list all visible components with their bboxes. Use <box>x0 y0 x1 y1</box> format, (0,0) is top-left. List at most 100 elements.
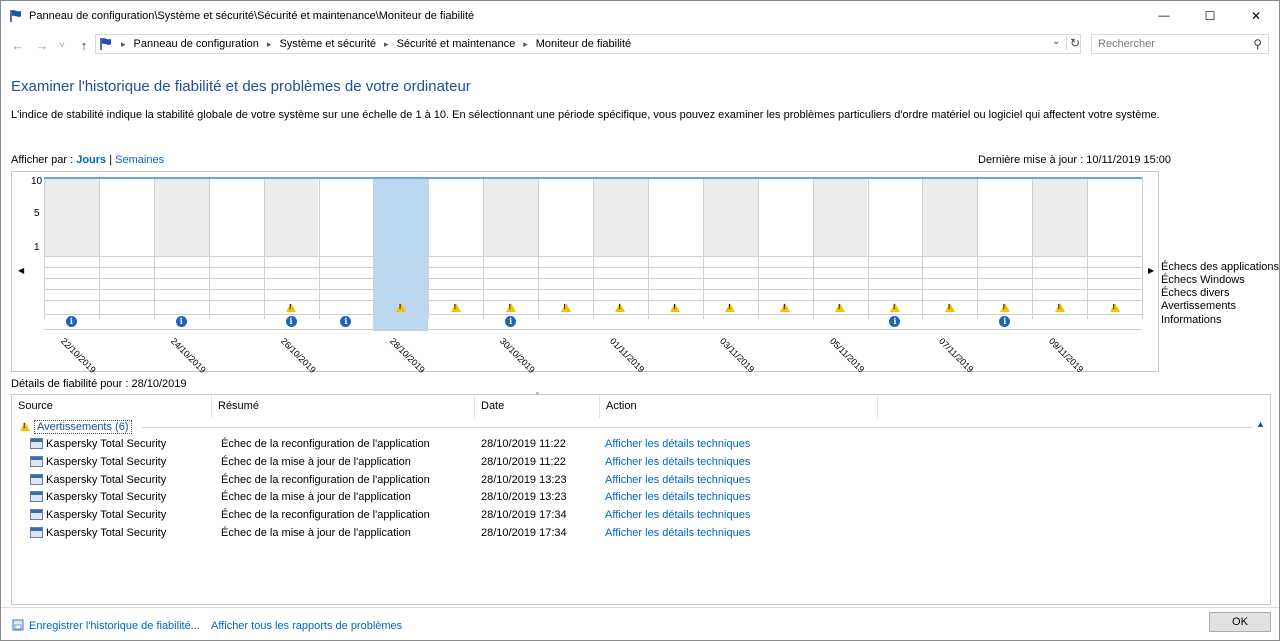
warning-icon[interactable] <box>835 303 846 312</box>
row-source: Kaspersky Total Security <box>46 491 167 504</box>
breadcrumb-system-security[interactable]: Système et sécurité <box>279 38 376 50</box>
information-icon[interactable]: i <box>285 316 297 327</box>
view-weeks-link[interactable]: Semaines <box>115 154 164 166</box>
grid-line <box>1087 177 1089 319</box>
technical-details-link[interactable]: Afficher les détails techniques <box>605 456 750 468</box>
table-row[interactable]: Kaspersky Total Security Échec de la reco… <box>12 436 878 453</box>
view-days-link[interactable]: Jours <box>76 154 106 166</box>
breadcrumb-control-panel[interactable]: Panneau de configuration <box>134 38 259 50</box>
chart-day-column[interactable] <box>209 172 264 373</box>
warning-icon[interactable] <box>944 303 955 312</box>
column-header-summary[interactable]: Résumé <box>212 395 475 418</box>
warning-icon[interactable] <box>286 303 297 312</box>
search-icon[interactable]: ⚲ <box>1253 37 1262 51</box>
column-header-source[interactable]: Source <box>12 395 212 418</box>
stability-area <box>702 177 758 256</box>
search-box[interactable]: ⚲ <box>1091 34 1269 54</box>
warning-icon[interactable] <box>615 303 626 312</box>
chart-day-column[interactable] <box>99 172 154 373</box>
warning-icon[interactable] <box>889 303 900 312</box>
warning-icon[interactable] <box>780 303 791 312</box>
maximize-button[interactable]: ☐ <box>1187 1 1233 31</box>
table-row[interactable]: Kaspersky Total Security Échec de la mise… <box>12 454 878 471</box>
y-tick-10: 10 <box>31 176 43 187</box>
group-header-warnings[interactable]: Avertissements (6) <box>20 419 132 434</box>
table-header: Source Résumé Date Action ⌃ <box>12 391 878 418</box>
chevron-right-icon[interactable]: ▸ <box>384 39 389 50</box>
chevron-right-icon[interactable]: ▸ <box>523 39 528 50</box>
warning-icon[interactable] <box>505 303 516 312</box>
information-icon[interactable]: i <box>175 316 187 327</box>
minimize-button[interactable]: — <box>1141 1 1187 31</box>
grid-line <box>263 177 265 319</box>
back-button[interactable]: ← <box>9 37 27 53</box>
search-input[interactable] <box>1092 35 1242 53</box>
warning-icon[interactable] <box>450 303 461 312</box>
address-dropdown-icon[interactable]: ⌄ <box>1052 36 1060 47</box>
technical-details-link[interactable]: Afficher les détails techniques <box>605 438 750 450</box>
application-icon <box>30 438 43 449</box>
grid-line <box>922 177 924 319</box>
address-bar[interactable]: ▸ Panneau de configuration ▸ Système et … <box>95 34 1081 54</box>
technical-details-link[interactable]: Afficher les détails techniques <box>605 527 750 539</box>
chart-day-column[interactable] <box>319 172 374 373</box>
chart-day-column[interactable] <box>1087 172 1142 373</box>
technical-details-link[interactable]: Afficher les détails techniques <box>605 509 750 521</box>
ok-button[interactable]: OK <box>1209 612 1271 632</box>
table-row[interactable]: Kaspersky Total Security Échec de la mise… <box>12 489 878 506</box>
table-row[interactable]: Kaspersky Total Security Échec de la mise… <box>12 525 878 542</box>
grid-line <box>977 177 979 319</box>
group-label[interactable]: Avertissements (6) <box>34 419 132 434</box>
grid-line <box>208 177 210 319</box>
breadcrumb-security-maintenance[interactable]: Sécurité et maintenance <box>397 38 516 50</box>
row-summary: Échec de la mise à jour de l'application <box>221 527 411 539</box>
grid-line <box>44 278 1142 279</box>
close-icon: ✕ <box>1250 9 1262 23</box>
grid-line <box>428 177 430 319</box>
grid-line <box>44 329 1142 330</box>
grid-line <box>702 177 704 319</box>
grid-line <box>44 177 45 319</box>
table-row[interactable]: Kaspersky Total Security Échec de la reco… <box>12 507 878 524</box>
recent-locations-button[interactable]: ˅ <box>56 37 68 53</box>
column-header-action[interactable]: Action <box>600 395 878 418</box>
warning-icon[interactable] <box>999 303 1010 312</box>
warning-icon[interactable] <box>1054 303 1065 312</box>
up-button[interactable]: ↑ <box>75 37 93 53</box>
save-history-link[interactable]: Enregistrer l'historique de fiabilité... <box>29 620 200 632</box>
chart-day-column[interactable] <box>428 172 483 373</box>
forward-button[interactable]: → <box>33 37 51 53</box>
grid-line <box>318 177 320 319</box>
warning-icon[interactable] <box>725 303 736 312</box>
chart-day-column[interactable] <box>758 172 813 373</box>
warning-icon[interactable] <box>670 303 681 312</box>
chart-day-column[interactable] <box>977 172 1032 373</box>
stability-chart[interactable]: ◀ ▶ 10 5 1 iiiiiii22/10/201924/10/201926… <box>11 171 1159 375</box>
technical-details-link[interactable]: Afficher les détails techniques <box>605 474 750 486</box>
row-summary: Échec de la reconfiguration de l'applica… <box>221 473 430 486</box>
stability-area <box>153 177 209 256</box>
stability-area <box>483 177 539 256</box>
close-button[interactable]: ✕ <box>1233 1 1279 31</box>
chart-day-column[interactable] <box>648 172 703 373</box>
chart-day-column[interactable] <box>868 172 923 373</box>
table-row[interactable]: Kaspersky Total Security Échec de la reco… <box>12 472 878 489</box>
collapse-group-icon[interactable]: ▲ <box>1256 419 1265 429</box>
row-label-misc-failures: Échecs divers <box>1161 287 1230 299</box>
stability-area <box>44 177 99 256</box>
view-all-reports-link[interactable]: Afficher tous les rapports de problèmes <box>211 620 402 632</box>
row-source: Kaspersky Total Security <box>46 473 167 486</box>
breadcrumb-reliability-monitor[interactable]: Moniteur de fiabilité <box>536 38 631 50</box>
scroll-right-icon[interactable]: ▶ <box>1148 266 1154 275</box>
chevron-right-icon[interactable]: ▸ <box>267 39 272 50</box>
warning-icon[interactable] <box>395 303 406 312</box>
technical-details-link[interactable]: Afficher les détails techniques <box>605 491 750 503</box>
warning-icon[interactable] <box>560 303 571 312</box>
warning-icon[interactable] <box>1109 303 1120 312</box>
grid-line <box>812 177 814 319</box>
scroll-left-icon[interactable]: ◀ <box>18 266 24 275</box>
grid-line <box>593 177 594 319</box>
information-icon[interactable]: i <box>65 316 77 327</box>
refresh-icon[interactable]: ↻ <box>1066 36 1080 50</box>
chart-day-column[interactable] <box>538 172 593 373</box>
